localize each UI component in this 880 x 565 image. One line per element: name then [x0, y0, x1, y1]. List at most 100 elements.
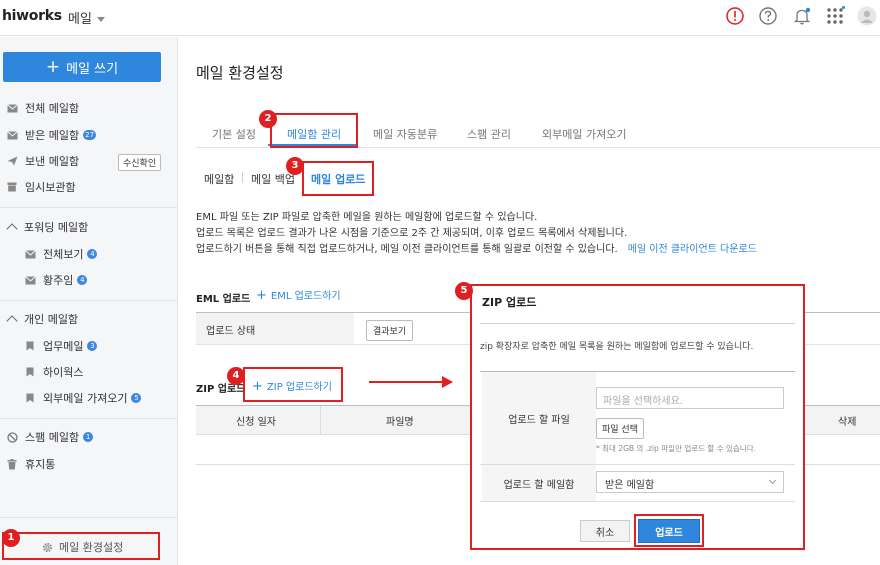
migration-client-download-link[interactable]: 메일 이전 클라이언트 다운로드	[628, 244, 757, 255]
modal-divider	[480, 501, 795, 502]
top-bar: hiworks 메일	[0, 0, 880, 36]
arrow-right-icon	[442, 376, 453, 388]
annotation-box-upload-subtab	[302, 161, 374, 196]
step-number-badge: 5	[455, 282, 473, 300]
chevron-up-icon	[6, 223, 18, 235]
subtab-mail-backup[interactable]: 메일 백업	[251, 171, 295, 187]
app-logo[interactable]: hiworks	[2, 8, 62, 24]
description-text: 업로드하기 버튼을 통해 직접 업로드하거나, 메일 이전 클라이언트를 통해 …	[196, 244, 618, 255]
sidebar-item-hwang[interactable]: 황주임 4	[24, 271, 88, 289]
block-icon	[6, 431, 18, 443]
sidebar-divider	[0, 300, 178, 301]
envelope-icon	[6, 129, 18, 141]
file-size-hint: * 최대 2GB 의 .zip 파일만 업로드 할 수 있습니다.	[596, 444, 756, 453]
unread-badge: 4	[77, 275, 88, 285]
unread-badge: 4	[87, 249, 98, 259]
file-label: 업로드 할 파일	[482, 372, 596, 464]
app-name: 메일	[68, 12, 92, 27]
subtab-mailbox[interactable]: 메일함	[204, 171, 234, 187]
sidebar-item-label: 업무메일	[43, 340, 84, 353]
bookmark-icon	[24, 392, 36, 404]
file-select-button[interactable]: 파일 선택	[596, 418, 644, 439]
help-icon[interactable]	[758, 6, 778, 26]
step-number-badge: 4	[227, 367, 245, 385]
mailbox-select-value: 받은 메일함	[605, 480, 655, 491]
sidebar-item-label: 스팸 메일함	[25, 431, 80, 444]
cancel-button[interactable]: 취소	[580, 520, 630, 542]
sidebar-group-personal[interactable]: 개인 메일함	[6, 310, 78, 328]
modal-title: ZIP 업로드	[482, 296, 537, 309]
file-path-input[interactable]: 파일을 선택하세요.	[596, 387, 784, 409]
sidebar-item-label: 전체보기	[43, 248, 84, 261]
compose-button[interactable]: + 메일 쓰기	[3, 52, 161, 82]
sidebar-item-external-import[interactable]: 외부메일 가져오기 5	[24, 389, 142, 407]
sidebar-item-trash[interactable]: 휴지통	[6, 455, 55, 473]
mailbox-select[interactable]: 받은 메일함	[596, 471, 784, 493]
step-number-badge: 2	[259, 110, 277, 128]
annotation-box-zip-link	[243, 367, 343, 402]
tab-auto-sort[interactable]: 메일 자동분류	[373, 126, 437, 142]
sidebar-item-label: 받은 메일함	[25, 129, 80, 142]
chevron-down-icon	[96, 17, 105, 22]
description-line: 업로드하기 버튼을 통해 직접 업로드하거나, 메일 이전 클라이언트를 통해 …	[196, 240, 757, 255]
envelope-icon	[24, 248, 36, 260]
read-receipt-button[interactable]: 수신확인	[118, 154, 162, 171]
unread-badge: 5	[131, 393, 142, 403]
subtab-separator	[242, 172, 243, 183]
bell-icon[interactable]	[792, 6, 812, 26]
envelope-icon	[24, 274, 36, 286]
app-switcher[interactable]: 메일	[68, 8, 105, 27]
modal-divider	[480, 323, 795, 324]
eml-upload-label: EML 업로드하기	[270, 291, 341, 302]
modal-description: zip 확장자로 압축한 메일 목록을 원하는 메일함에 업로드할 수 있습니다…	[480, 342, 754, 352]
step-number-badge: 3	[286, 157, 304, 175]
sidebar-divider	[0, 207, 178, 208]
step-number-badge: 1	[2, 529, 20, 547]
upload-status-label: 업로드 상태	[206, 326, 256, 337]
unread-badge: 1	[83, 432, 94, 442]
sidebar-divider	[0, 418, 178, 419]
annotation-box-settings	[2, 532, 160, 560]
avatar[interactable]	[857, 6, 877, 26]
archive-box-icon	[6, 181, 18, 193]
sidebar-item-label: 외부메일 가져오기	[43, 392, 128, 405]
zip-upload-modal: ZIP 업로드 zip 확장자로 압축한 메일 목록을 원하는 메일함에 업로드…	[470, 284, 805, 550]
apps-grid-icon[interactable]	[825, 6, 845, 26]
sidebar-item-work-mail[interactable]: 업무메일 3	[24, 337, 98, 355]
sidebar-group-label: 포워딩 메일함	[24, 221, 89, 234]
envelope-icon	[6, 102, 18, 114]
sidebar-item-label: 하이웍스	[43, 366, 84, 379]
unread-badge: 27	[83, 130, 97, 140]
column-delete: 삭제	[838, 417, 857, 428]
bookmark-icon	[24, 366, 36, 378]
annotation-arrow-line	[369, 381, 443, 383]
sidebar-item-hiworks[interactable]: 하이웍스	[24, 363, 83, 381]
trash-icon	[6, 458, 18, 470]
mailbox-label: 업로드 할 메일함	[482, 465, 596, 501]
page-title: 메일 환경설정	[196, 64, 284, 82]
sidebar-group-forwarding[interactable]: 포워딩 메일함	[6, 218, 88, 236]
send-icon	[6, 155, 18, 167]
alert-icon[interactable]	[725, 6, 745, 26]
view-result-button[interactable]: 결과보기	[366, 320, 414, 341]
chevron-up-icon	[6, 315, 18, 327]
sidebar-item-sent[interactable]: 보낸 메일함	[6, 152, 79, 170]
sidebar-group-label: 개인 메일함	[24, 313, 79, 326]
description-line: EML 파일 또는 ZIP 파일로 압축한 메일을 원하는 메일함에 업로드할 …	[196, 212, 538, 223]
sidebar-item-spam[interactable]: 스팸 메일함 1	[6, 428, 94, 446]
description-line: 업로드 목록은 업로드 결과가 나온 시점을 기준으로 2주 간 제공되며, 이…	[196, 228, 628, 239]
tab-external-import[interactable]: 외부메일 가져오기	[542, 126, 626, 142]
upload-button[interactable]: 업로드	[638, 519, 700, 543]
sidebar-item-all-mail[interactable]: 전체 메일함	[6, 99, 79, 117]
sidebar-item-label: 황주임	[43, 274, 74, 287]
annotation-box-mailbox-tab	[270, 113, 358, 148]
sidebar-item-inbox[interactable]: 받은 메일함 27	[6, 126, 97, 144]
sidebar-item-forward-all[interactable]: 전체보기 4	[24, 245, 98, 263]
sidebar-item-drafts[interactable]: 임시보관함	[6, 178, 76, 196]
sidebar-item-label: 임시보관함	[25, 181, 76, 194]
column-filename: 파일명	[386, 417, 414, 428]
unread-badge: 3	[87, 341, 98, 351]
tab-spam-management[interactable]: 스팸 관리	[467, 126, 511, 142]
eml-upload-link[interactable]: + EML 업로드하기	[256, 287, 341, 303]
tab-basic-settings[interactable]: 기본 설정	[212, 126, 256, 142]
